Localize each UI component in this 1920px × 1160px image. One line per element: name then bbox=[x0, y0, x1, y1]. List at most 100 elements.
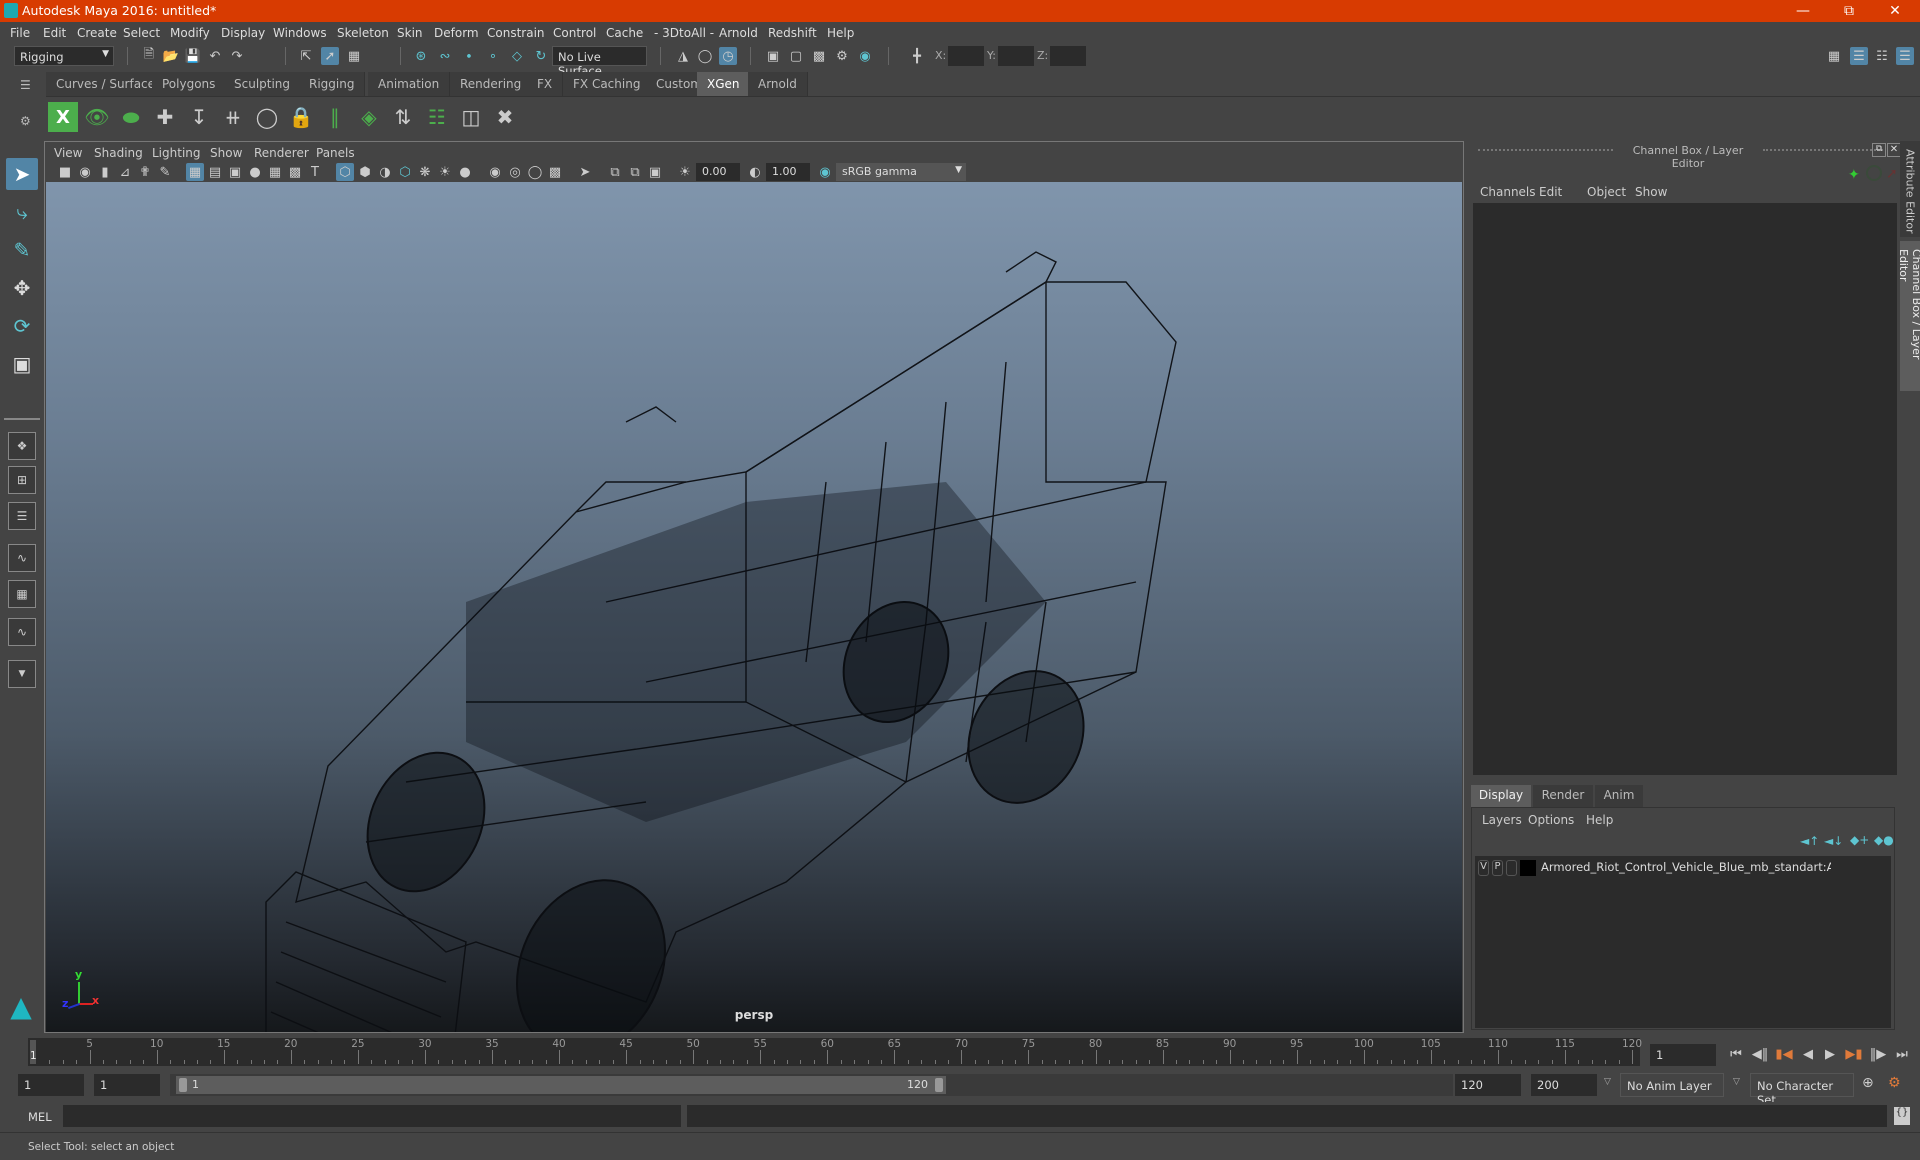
cb-menu-object[interactable]: Object bbox=[1587, 185, 1626, 199]
step-forward-key-icon[interactable]: ‖▶ bbox=[1870, 1046, 1887, 1062]
pin-icon[interactable]: ➚ bbox=[1886, 166, 1898, 182]
toggle-visibility-icon[interactable]: 👁 bbox=[82, 102, 112, 132]
gamma-icon[interactable]: ◐ bbox=[746, 163, 764, 181]
guide-tool-d-icon[interactable]: ∥ bbox=[320, 102, 350, 132]
textured-icon[interactable]: ⬡ bbox=[396, 163, 414, 181]
go-to-end-icon[interactable]: ⏭ bbox=[1894, 1046, 1910, 1062]
persp-outliner-graph-layout-icon[interactable]: ∿ bbox=[8, 618, 36, 646]
snap-curve-icon[interactable]: ∾ bbox=[436, 47, 454, 65]
tool-settings-toggle-icon[interactable]: ☷ bbox=[1873, 47, 1891, 65]
ambient-occlusion-icon[interactable]: ● bbox=[456, 163, 474, 181]
playback-start-field[interactable]: 1 bbox=[94, 1074, 160, 1096]
select-component-icon[interactable]: ▦ bbox=[345, 47, 363, 65]
ipr-render-icon[interactable]: ▩ bbox=[810, 47, 828, 65]
layer-list[interactable] bbox=[1475, 880, 1891, 1028]
shelf-tab-fx[interactable]: FX bbox=[527, 72, 564, 96]
safe-action-icon[interactable]: ▩ bbox=[286, 163, 304, 181]
menu-create[interactable]: Create bbox=[77, 26, 117, 40]
z-field[interactable] bbox=[1050, 46, 1086, 66]
undo-icon[interactable]: ↶ bbox=[206, 47, 224, 65]
step-forward-frame-icon[interactable]: ▶▮ bbox=[1845, 1046, 1862, 1062]
layer-menu-layers[interactable]: Layers bbox=[1482, 813, 1522, 827]
add-guide-icon[interactable]: ✚ bbox=[150, 102, 180, 132]
drag-handle[interactable] bbox=[1763, 149, 1883, 151]
depth-of-field-icon[interactable]: ▣ bbox=[646, 163, 664, 181]
float-panel-icon[interactable]: ⧉ bbox=[1872, 143, 1886, 157]
layer-name[interactable]: Armored_Riot_Control_Vehicle_Blue_mb_sta… bbox=[1541, 860, 1831, 874]
redo-icon[interactable]: ↷ bbox=[228, 47, 246, 65]
layer-tab-render[interactable]: Render bbox=[1533, 785, 1593, 807]
resolution-gate-icon[interactable]: ▣ bbox=[226, 163, 244, 181]
time-slider[interactable]: 1 5 10 15 20 25 30 35 40 45 50 55 60 65 70 75 80 85 90 95 1… bbox=[28, 1038, 1642, 1066]
guide-tool-c-icon[interactable]: 🔒 bbox=[286, 102, 316, 132]
layer-playback-toggle[interactable]: P bbox=[1492, 860, 1503, 876]
construction-history-icon[interactable]: ◷ bbox=[719, 47, 737, 65]
shelf-tab-sculpting[interactable]: Sculpting bbox=[224, 72, 302, 96]
minimize-button[interactable]: — bbox=[1780, 0, 1826, 22]
shelf-menu-icon[interactable]: ☰ bbox=[20, 78, 34, 92]
menu-edit[interactable]: Edit bbox=[43, 26, 66, 40]
use-all-lights-icon[interactable]: ❋ bbox=[416, 163, 434, 181]
auto-key-icon[interactable]: ⊕ bbox=[1862, 1075, 1880, 1093]
snap-point-icon[interactable]: ∙ bbox=[460, 47, 478, 65]
density-icon[interactable]: ◈ bbox=[354, 102, 384, 132]
snap-surface-icon[interactable]: ◇ bbox=[508, 47, 526, 65]
close-panel-icon[interactable]: ✕ bbox=[1887, 143, 1901, 157]
guide-tool-e-icon[interactable]: ◫ bbox=[456, 102, 486, 132]
start-time-field[interactable]: 1 bbox=[18, 1074, 84, 1096]
camera-attributes-icon[interactable]: ◉ bbox=[76, 163, 94, 181]
shelf-tab-fx-caching[interactable]: FX Caching bbox=[563, 72, 652, 96]
channel-box-layer-editor-tab[interactable]: Channel Box / Layer Editor bbox=[1897, 241, 1920, 391]
four-view-layout-icon[interactable]: ⊞ bbox=[8, 466, 36, 494]
guide-tool-b-icon[interactable]: ◯ bbox=[252, 102, 282, 132]
move-guide-icon[interactable]: ↧ bbox=[184, 102, 214, 132]
script-editor-icon[interactable]: {} bbox=[1894, 1107, 1910, 1125]
hypershade-persp-layout-icon[interactable]: ▦ bbox=[8, 580, 36, 608]
play-forwards-icon[interactable]: ▶ bbox=[1822, 1046, 1838, 1062]
manipulator-icon[interactable]: ✦ bbox=[1848, 167, 1860, 183]
close-button[interactable]: ✕ bbox=[1872, 0, 1918, 22]
menu-windows[interactable]: Windows bbox=[273, 26, 327, 40]
menu-redshift[interactable]: Redshift bbox=[768, 26, 817, 40]
shelf-tab-polygons[interactable]: Polygons bbox=[152, 72, 227, 96]
isolate-select-icon[interactable]: ▩ bbox=[546, 163, 564, 181]
new-scene-icon[interactable]: 🗎 bbox=[140, 47, 158, 65]
mel-label[interactable]: MEL bbox=[28, 1110, 52, 1124]
hypershade-icon[interactable]: ◉ bbox=[856, 47, 874, 65]
menu-set-dropdown[interactable]: Rigging ▼ bbox=[14, 46, 114, 66]
live-surface-field[interactable]: No Live Surface bbox=[552, 46, 647, 78]
layer-menu-options[interactable]: Options bbox=[1528, 813, 1574, 827]
step-back-frame-icon[interactable]: ▮◀ bbox=[1775, 1046, 1792, 1062]
make-live-icon[interactable]: ↻ bbox=[532, 47, 550, 65]
x-field[interactable] bbox=[948, 46, 984, 66]
cb-menu-edit[interactable]: Edit bbox=[1539, 185, 1562, 199]
shelf-settings-icon[interactable]: ⚙ bbox=[20, 114, 34, 128]
panel-menu-view[interactable]: View bbox=[54, 146, 82, 160]
gate-mask-icon[interactable]: ● bbox=[246, 163, 264, 181]
attribute-editor-tab[interactable]: Attribute Editor bbox=[1900, 141, 1920, 237]
guide-tool-a-icon[interactable]: ⧺ bbox=[218, 102, 248, 132]
layer-display-type-toggle[interactable] bbox=[1506, 860, 1517, 876]
image-plane-icon[interactable]: ⊿ bbox=[116, 163, 134, 181]
paint-select-tool-icon[interactable]: ✎ bbox=[6, 234, 38, 266]
menu-modify[interactable]: Modify bbox=[170, 26, 210, 40]
menu-skeleton[interactable]: Skeleton bbox=[337, 26, 389, 40]
hide-icon[interactable]: ⬬ bbox=[116, 102, 146, 132]
new-layer-selected-icon[interactable]: ◆● bbox=[1874, 833, 1894, 847]
move-tool-icon[interactable]: ✥ bbox=[6, 272, 38, 304]
end-time-field[interactable]: 200 bbox=[1531, 1074, 1597, 1096]
attribute-editor-toggle-icon[interactable]: ☰ bbox=[1850, 47, 1868, 65]
sculpt-guides-icon[interactable]: ⇅ bbox=[388, 102, 418, 132]
xray-icon[interactable]: ◉ bbox=[486, 163, 504, 181]
layer-tab-anim[interactable]: Anim bbox=[1595, 785, 1643, 807]
snap-view-plane-icon[interactable]: ∘ bbox=[484, 47, 502, 65]
open-scene-icon[interactable]: 📂 bbox=[162, 47, 180, 65]
channel-list[interactable] bbox=[1473, 203, 1897, 775]
multi-sample-icon[interactable]: ⧉ bbox=[626, 163, 644, 181]
select-object-icon[interactable]: ➚ bbox=[321, 47, 339, 65]
grid-icon[interactable]: ▦ bbox=[186, 163, 204, 181]
shelf-tab-rigging[interactable]: Rigging bbox=[299, 72, 366, 96]
menu-control[interactable]: Control bbox=[553, 26, 596, 40]
menu-help[interactable]: Help bbox=[827, 26, 854, 40]
panel-menu-lighting[interactable]: Lighting bbox=[152, 146, 201, 160]
